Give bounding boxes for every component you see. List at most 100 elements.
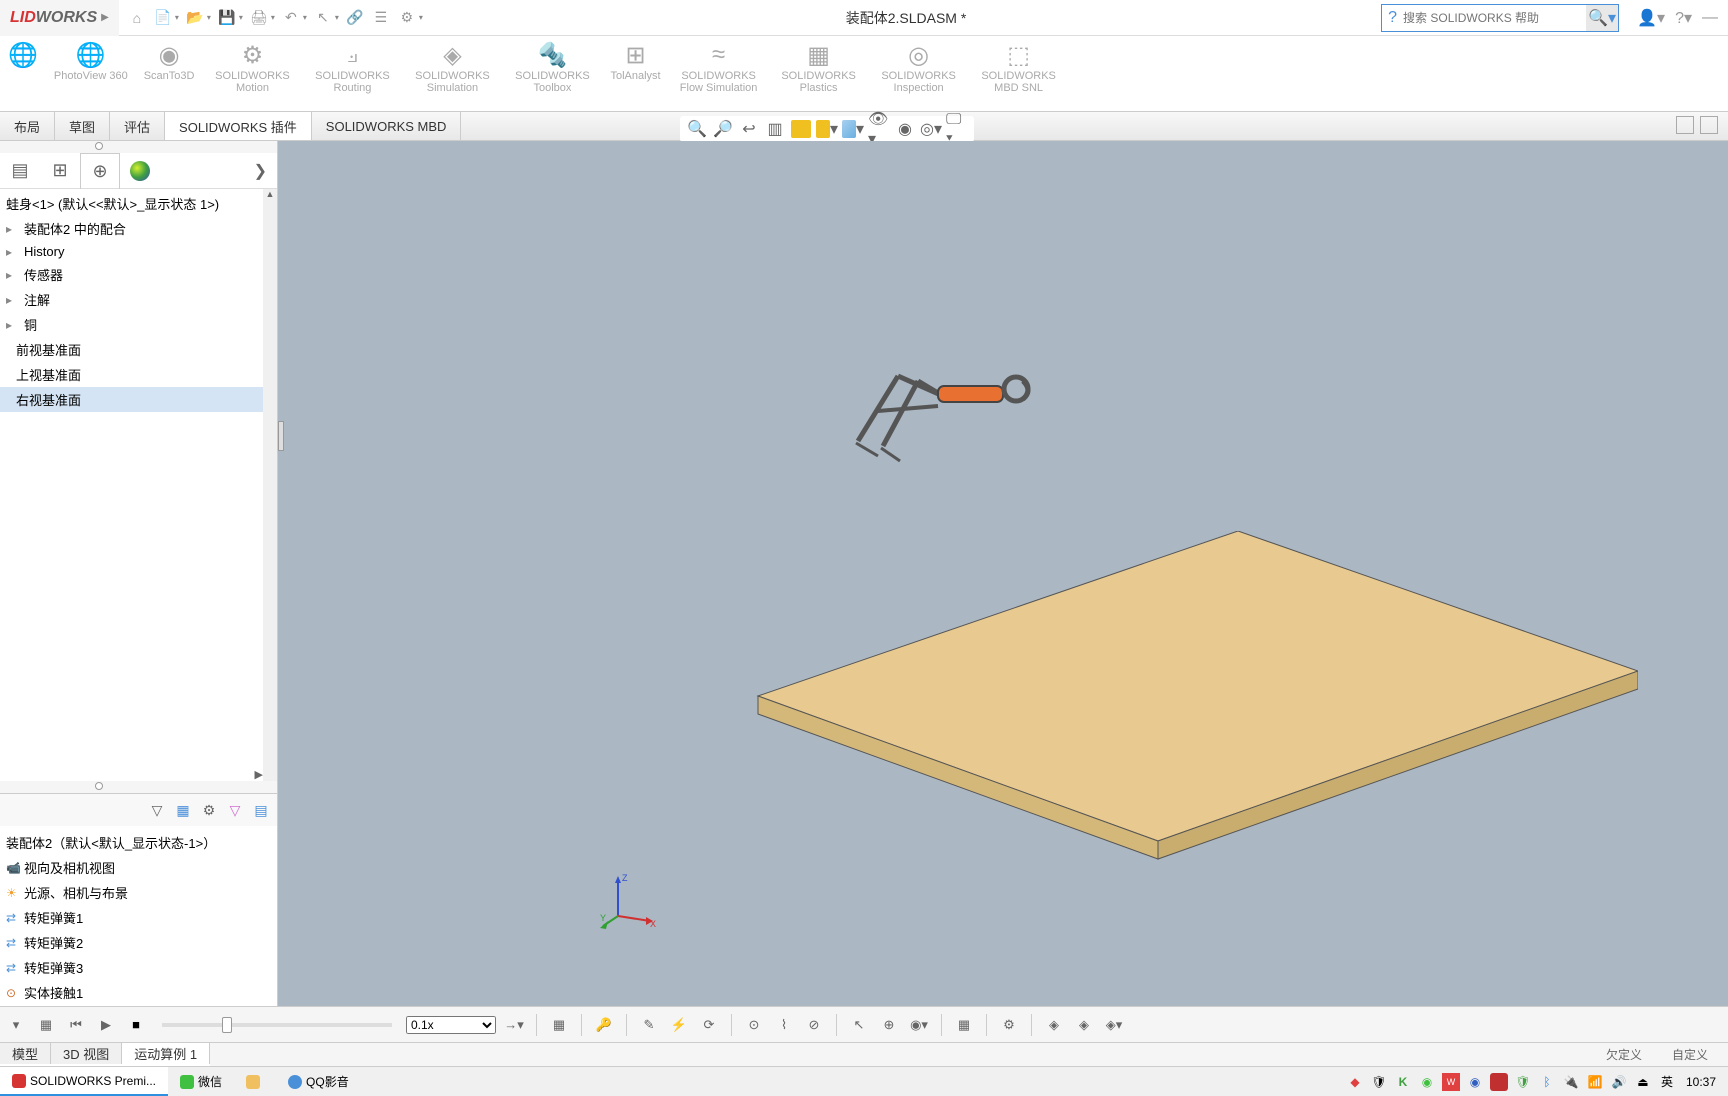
config-tab-icon[interactable]: ⊕ [80,153,120,189]
playback-slider[interactable] [162,1023,392,1027]
rebuild-icon[interactable]: 🔗 [345,8,365,28]
ribbon-item-7[interactable]: ⊞TolAnalyst [602,40,668,82]
eye-icon[interactable]: 👁▾ [868,118,890,140]
ribbon-item-9[interactable]: ▦SOLIDWORKS Plastics [769,40,869,94]
tab-3dview[interactable]: 3D 视图 [51,1043,122,1064]
appearance-tab-icon[interactable] [120,153,160,189]
tree-item[interactable]: 蛙身<1> (默认<<默认>_显示状态 1>) [0,191,277,216]
tree-item[interactable]: ▸铜 [0,312,277,337]
display-icon[interactable]: 🖵▾ [946,118,968,140]
tree-item[interactable]: ⊙实体接触2 [0,1005,277,1006]
task-qqplayer[interactable]: QQ影音 [276,1067,361,1096]
search-button[interactable]: 🔍▾ [1586,5,1618,31]
tab-evaluate[interactable]: 评估 [110,112,165,140]
3d-viewport[interactable]: Z X Y [278,141,1728,1006]
tab-motion-study[interactable]: 运动算例 1 [122,1043,210,1064]
open-icon[interactable]: 📂 [185,8,205,28]
user-icon[interactable]: 👤▾ [1637,8,1665,28]
undo-icon[interactable]: ↶ [281,8,301,28]
tree-item[interactable]: ▸注解 [0,287,277,312]
tool-l-icon[interactable]: ◈▾ [1102,1013,1126,1037]
tree-item[interactable]: ⇄转矩弹簧3 [0,955,277,980]
tray-icon[interactable]: 🛡 [1514,1073,1532,1091]
tree-item[interactable]: ⊙实体接触1 [0,980,277,1005]
calculate-icon[interactable]: ▦ [34,1013,58,1037]
speed-select[interactable]: 0.1x [406,1016,496,1034]
hide-show-icon[interactable]: ▾ [842,118,864,140]
tool-i-icon[interactable]: ▦ [952,1013,976,1037]
ribbon-item-0[interactable]: 🌐 [0,40,46,70]
tool-b-icon[interactable]: ⚡ [667,1013,691,1037]
section-icon[interactable]: ▥ [764,118,786,140]
tool-j-icon[interactable]: ◈ [1042,1013,1066,1037]
ribbon-item-8[interactable]: ≈SOLIDWORKS Flow Simulation [669,40,769,94]
tree-item[interactable]: 上视基准面 [0,362,277,387]
tray-usb-icon[interactable]: ⏏ [1634,1073,1652,1091]
search-input[interactable] [1403,11,1586,25]
panel-resize-handle[interactable] [278,421,284,451]
task-wechat[interactable]: 微信 [168,1067,234,1096]
tree-item[interactable]: ▸传感器 [0,262,277,287]
new-icon[interactable]: 📄 [153,8,173,28]
print-icon[interactable]: 🖨 [249,8,269,28]
tree-scrollbar[interactable]: ▲ [263,189,277,781]
ribbon-item-1[interactable]: 🌐PhotoView 360 [46,40,136,82]
tray-wechat-icon[interactable]: ◉ [1418,1073,1436,1091]
options-list-icon[interactable]: ☰ [371,8,391,28]
tray-volume-icon[interactable]: 🔊 [1610,1073,1628,1091]
display-style-icon[interactable]: ▾ [816,118,838,140]
ribbon-item-4[interactable]: ⟓SOLIDWORKS Routing [302,40,402,94]
tab-model[interactable]: 模型 [0,1043,51,1064]
tool4-icon[interactable]: ▤ [249,798,273,822]
tool-k-icon[interactable]: ◈ [1072,1013,1096,1037]
tray-shield-icon[interactable]: 🛡 [1370,1073,1388,1091]
save-dropdown-icon[interactable]: ▾ [239,13,243,22]
zoom-area-icon[interactable]: 🔎 [712,118,734,140]
undo-dropdown-icon[interactable]: ▾ [303,13,307,22]
tool1-icon[interactable]: ▦ [171,798,195,822]
view-orient-icon[interactable] [790,118,812,140]
appearance-icon[interactable]: ◉ [894,118,916,140]
scroll-right-icon[interactable]: ▶ [255,768,263,781]
minimize-icon[interactable]: — [1702,9,1718,27]
tool-key-icon[interactable]: 🔑 [592,1013,616,1037]
tree-item[interactable]: ▸装配体2 中的配合 [0,216,277,241]
tool2-icon[interactable]: ⚙ [197,798,221,822]
direction-icon[interactable]: →▾ [502,1013,526,1037]
tab-mbd[interactable]: SOLIDWORKS MBD [312,112,462,140]
ribbon-item-10[interactable]: ◎SOLIDWORKS Inspection [869,40,969,94]
ime-indicator[interactable]: 英 [1658,1073,1676,1091]
tool-c-icon[interactable]: ⟳ [697,1013,721,1037]
tree-item[interactable]: ⇄转矩弹簧1 [0,905,277,930]
tray-wps-icon[interactable]: W [1442,1073,1460,1091]
settings-dropdown-icon[interactable]: ▾ [419,13,423,22]
feature-tree-tab-icon[interactable]: ▤ [0,153,40,189]
property-tab-icon[interactable]: ⊞ [40,153,80,189]
select-icon[interactable]: ↖ [313,8,333,28]
ribbon-item-6[interactable]: 🔩SOLIDWORKS Toolbox [502,40,602,94]
print-dropdown-icon[interactable]: ▾ [271,13,275,22]
tree-item[interactable]: 装配体2（默认<默认_显示状态-1>） [0,830,277,855]
tool-save-icon[interactable]: ▦ [547,1013,571,1037]
tree-item[interactable]: 右视基准面 [0,387,277,412]
tray-icon[interactable]: ◉ [1466,1073,1484,1091]
ribbon-item-5[interactable]: ◈SOLIDWORKS Simulation [402,40,502,94]
scene-icon[interactable]: ◎▾ [920,118,942,140]
new-dropdown-icon[interactable]: ▾ [175,13,179,22]
stop-icon[interactable]: ■ [124,1013,148,1037]
tool-spring-icon[interactable]: ⌇ [772,1013,796,1037]
tool-h-icon[interactable]: ◉▾ [907,1013,931,1037]
help-menu-icon[interactable]: ?▾ [1675,8,1692,28]
tray-bluetooth-icon[interactable]: ᛒ [1538,1073,1556,1091]
logo-dropdown-icon[interactable]: ▶ [101,12,109,23]
filter-icon[interactable]: ▽ [145,798,169,822]
panel-top-slider[interactable] [0,141,277,153]
tool-e-icon[interactable]: ⊘ [802,1013,826,1037]
task-solidworks[interactable]: SOLIDWORKS Premi... [0,1067,168,1096]
tool-gear-icon[interactable]: ⚙ [997,1013,1021,1037]
save-icon[interactable]: 💾 [217,8,237,28]
tray-power-icon[interactable]: 🔌 [1562,1073,1580,1091]
single-view-icon[interactable] [1676,116,1694,134]
tool-d-icon[interactable]: ⊙ [742,1013,766,1037]
motion-dropdown-icon[interactable]: ▾ [4,1013,28,1037]
